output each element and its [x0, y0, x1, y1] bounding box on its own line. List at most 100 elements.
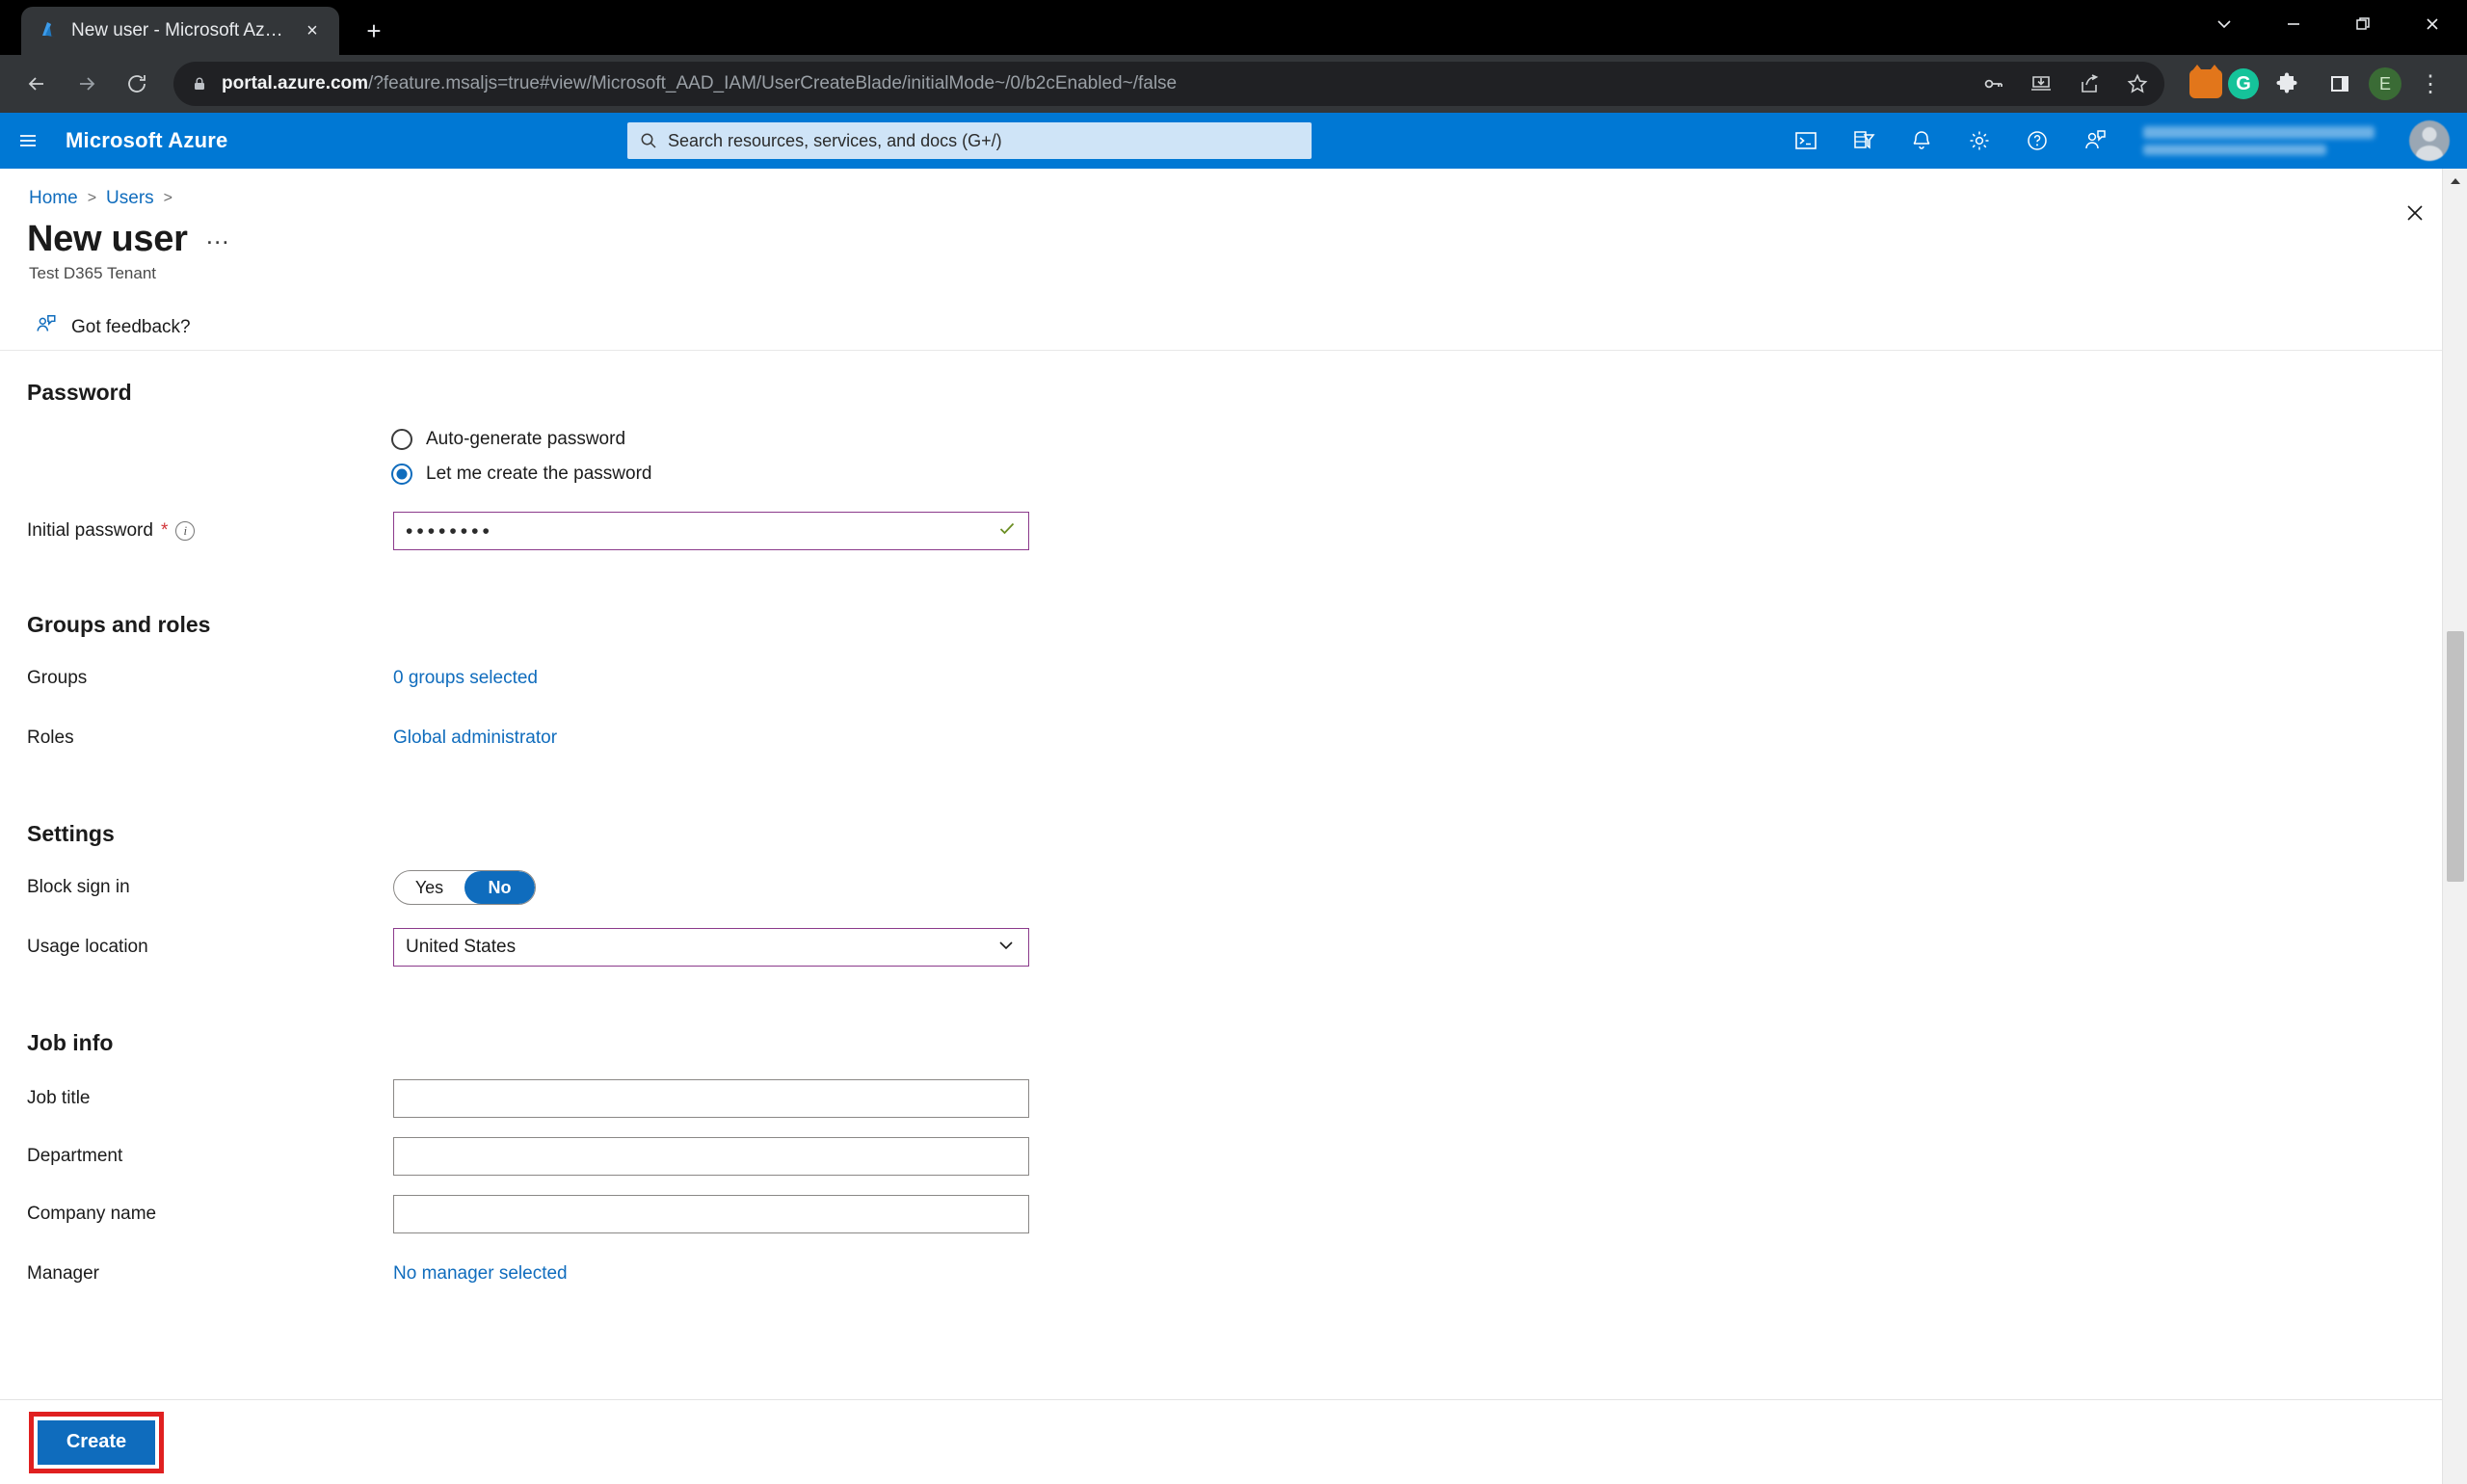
browser-tab[interactable]: New user - Microsoft Azure × — [21, 7, 339, 55]
help-question-icon[interactable] — [2008, 113, 2066, 169]
info-icon[interactable]: i — [175, 521, 196, 541]
department-input[interactable] — [393, 1137, 1029, 1176]
control-usage-location: United States — [393, 928, 2467, 967]
profile-avatar[interactable]: E — [2369, 67, 2401, 100]
toggle-option-no[interactable]: No — [464, 871, 535, 904]
usage-location-dropdown[interactable]: United States — [393, 928, 1029, 967]
section-heading-groups-roles: Groups and roles — [27, 612, 211, 637]
required-marker: * — [160, 520, 169, 541]
label-company-name: Company name — [27, 1204, 157, 1224]
bookmark-star-icon[interactable] — [2114, 61, 2161, 107]
side-panel-icon[interactable] — [2317, 61, 2363, 107]
radio-auto-generate-password[interactable]: Auto-generate password — [391, 429, 2467, 450]
metamask-fox-icon[interactable] — [2189, 65, 2222, 98]
window-controls — [2189, 0, 2467, 48]
label-block-sign-in: Block sign in — [27, 877, 130, 897]
label-initial-password: Initial password * i — [0, 520, 393, 542]
install-app-icon[interactable] — [2018, 61, 2064, 107]
chevron-down-icon[interactable] — [995, 935, 1017, 961]
company-name-input[interactable] — [393, 1195, 1029, 1233]
back-button[interactable] — [13, 61, 60, 107]
title-row: New user … — [0, 209, 2467, 260]
radio-let-me-create-password[interactable]: Let me create the password — [391, 464, 2467, 485]
cloud-shell-icon[interactable] — [1777, 113, 1835, 169]
toggle-option-yes[interactable]: Yes — [394, 871, 464, 904]
account-info[interactable] — [2124, 113, 2403, 169]
label-groups: Groups — [27, 668, 88, 688]
radio-icon-let-me-create[interactable] — [391, 464, 412, 485]
key-icon[interactable] — [1970, 61, 2016, 107]
job-title-input[interactable] — [393, 1079, 1029, 1118]
browser-menu-icon[interactable]: ⋮ — [2407, 61, 2454, 107]
scroll-up-arrow-icon[interactable] — [2443, 169, 2467, 194]
browser-tab-strip: New user - Microsoft Azure × + — [0, 0, 2467, 55]
breadcrumb-item-users[interactable]: Users — [106, 188, 154, 209]
reload-button[interactable] — [114, 61, 160, 107]
share-icon[interactable] — [2066, 61, 2112, 107]
page-title: New user — [27, 219, 188, 259]
close-tab-icon[interactable]: × — [299, 17, 326, 44]
label-usage-location: Usage location — [27, 937, 148, 957]
manager-link[interactable]: No manager selected — [393, 1263, 568, 1285]
feedback-bar: Got feedback? — [0, 305, 2467, 351]
hamburger-icon[interactable] — [0, 113, 56, 169]
section-heading-password: Password — [27, 380, 132, 405]
validation-check-icon — [997, 519, 1017, 543]
field-row-manager: Manager No manager selected — [0, 1255, 2467, 1293]
breadcrumb-separator-2: > — [163, 190, 172, 206]
puzzle-extensions-icon[interactable] — [2265, 61, 2311, 107]
browser-toolbar: portal.azure.com/?feature.msaljs=true#vi… — [0, 55, 2467, 113]
got-feedback-button[interactable]: Got feedback? — [71, 317, 191, 338]
account-name-blurred — [2143, 126, 2374, 139]
feedback-icon[interactable] — [2066, 113, 2124, 169]
close-window-icon[interactable] — [2398, 0, 2467, 48]
browser-tab-title: New user - Microsoft Azure — [71, 20, 287, 40]
initial-password-value: •••••••• — [406, 519, 493, 543]
address-bar[interactable]: portal.azure.com/?feature.msaljs=true#vi… — [173, 62, 2164, 106]
grammarly-icon[interactable]: G — [2228, 68, 2259, 99]
more-actions-icon[interactable]: … — [205, 223, 230, 250]
label-job-title: Job title — [27, 1088, 91, 1108]
label-department: Department — [27, 1146, 123, 1166]
azure-top-bar: Microsoft Azure Search resources, servic… — [0, 113, 2467, 169]
field-row-company-name: Company name — [0, 1195, 2467, 1233]
maximize-window-icon[interactable] — [2328, 0, 2398, 48]
block-sign-in-toggle[interactable]: Yes No — [393, 870, 536, 905]
label-manager: Manager — [27, 1263, 99, 1284]
field-row-job-title: Job title — [0, 1079, 2467, 1118]
settings-gear-icon[interactable] — [1950, 113, 2008, 169]
initial-password-input[interactable]: •••••••• — [393, 512, 1029, 550]
lock-icon — [191, 75, 208, 93]
tab-search-chevron-down-icon[interactable] — [2189, 0, 2259, 48]
groups-selected-link[interactable]: 0 groups selected — [393, 668, 538, 689]
avatar[interactable] — [2409, 120, 2450, 161]
search-input[interactable]: Search resources, services, and docs (G+… — [627, 122, 1312, 159]
label-text-initial-password: Initial password — [27, 520, 153, 541]
azure-header-actions — [1777, 113, 2467, 169]
control-initial-password: •••••••• — [393, 512, 2467, 550]
usage-location-value: United States — [406, 937, 517, 957]
section-heading-settings: Settings — [27, 821, 115, 846]
field-row-roles: Roles Global administrator — [0, 719, 2467, 757]
field-row-usage-location: Usage location United States — [0, 928, 2467, 967]
control-groups: 0 groups selected — [393, 668, 2467, 689]
breadcrumb-item-home[interactable]: Home — [29, 188, 78, 209]
scrollbar-thumb[interactable] — [2447, 631, 2464, 882]
field-row-groups: Groups 0 groups selected — [0, 659, 2467, 698]
roles-link[interactable]: Global administrator — [393, 728, 557, 749]
control-block-sign-in: Yes No — [393, 870, 2467, 905]
forward-button[interactable] — [64, 61, 110, 107]
control-company-name — [393, 1195, 2467, 1233]
omnibox-actions — [1970, 62, 2161, 106]
notifications-bell-icon[interactable] — [1893, 113, 1950, 169]
azure-logo-icon — [39, 20, 60, 41]
radio-icon-auto-generate[interactable] — [391, 429, 412, 450]
new-tab-button[interactable]: + — [355, 12, 393, 50]
blade-footer: Create — [0, 1399, 2442, 1484]
azure-brand[interactable]: Microsoft Azure — [66, 128, 227, 153]
close-blade-icon[interactable] — [2398, 196, 2432, 230]
minimize-window-icon[interactable] — [2259, 0, 2328, 48]
directories-subscriptions-icon[interactable] — [1835, 113, 1893, 169]
vertical-scrollbar[interactable] — [2442, 169, 2467, 1484]
browser-window: New user - Microsoft Azure × + portal.az… — [0, 0, 2467, 1484]
